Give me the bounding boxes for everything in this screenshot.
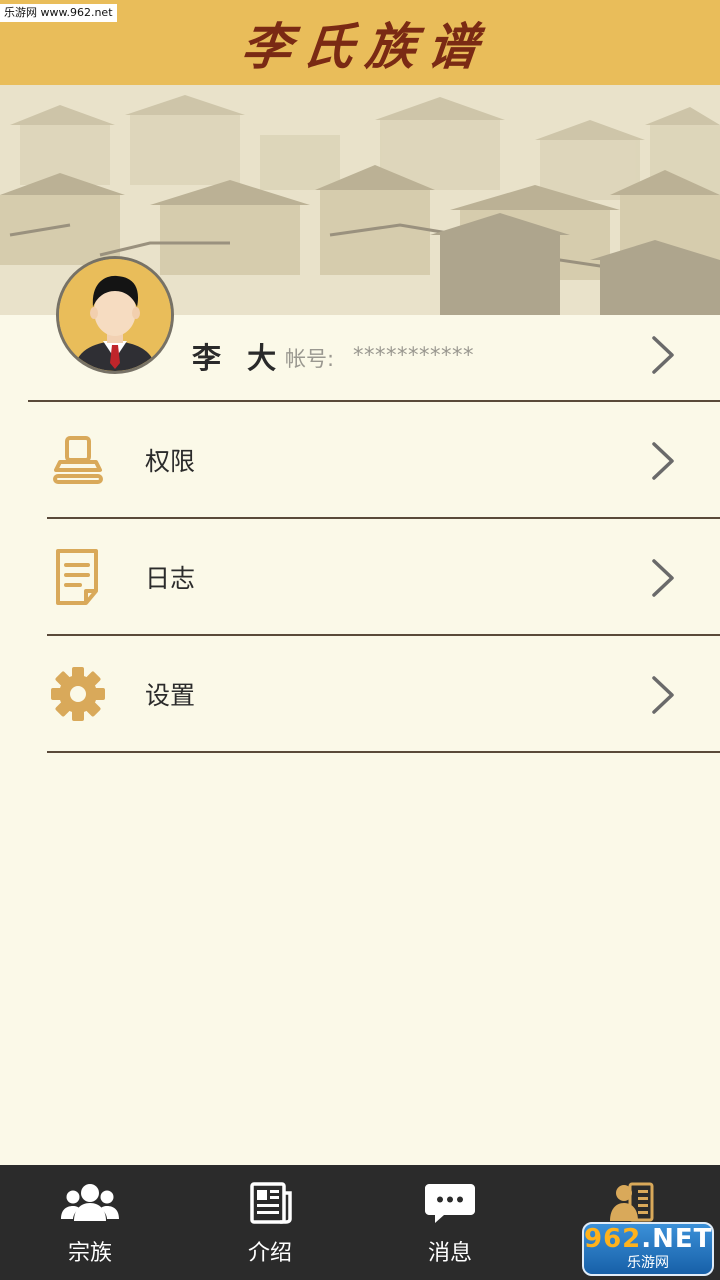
- watermark-suffix: .NET: [641, 1224, 713, 1254]
- nav-label-intro: 介绍: [247, 1241, 292, 1266]
- stamp-icon: [53, 436, 103, 484]
- avatar[interactable]: [56, 256, 174, 374]
- watermark-top: 乐游网 www.962.net: [0, 4, 117, 22]
- user-name: 李 大: [192, 341, 285, 375]
- menu-label-permissions: 权限: [145, 447, 196, 476]
- nav-tab-clan[interactable]: 宗族: [0, 1165, 180, 1280]
- nav-label-clan: 宗族: [67, 1241, 112, 1266]
- gear-icon: [51, 667, 105, 721]
- chevron-right-icon: [652, 676, 674, 714]
- nav-label-messages: 消息: [427, 1241, 472, 1266]
- document-icon: [56, 549, 98, 605]
- nav-tab-messages[interactable]: 消息: [360, 1165, 540, 1280]
- nav-tab-intro[interactable]: 介绍: [180, 1165, 360, 1280]
- chevron-right-icon: [652, 559, 674, 597]
- app-title: 李氏族谱: [238, 16, 493, 76]
- menu-label-settings: 设置: [145, 681, 196, 710]
- newspaper-icon: [250, 1182, 292, 1224]
- menu-item-permissions[interactable]: 权限: [0, 402, 720, 518]
- chevron-right-icon: [652, 442, 674, 480]
- menu-label-log: 日志: [145, 564, 196, 593]
- watermark-number: 962: [584, 1224, 642, 1254]
- chat-icon: [425, 1184, 475, 1223]
- watermark-logo: 962.NET 乐游网: [582, 1222, 714, 1276]
- account-value: ***********: [353, 343, 474, 367]
- profile-card-icon: [610, 1182, 654, 1222]
- watermark-text: 乐游网: [627, 1255, 669, 1271]
- menu-item-settings[interactable]: 设置: [0, 636, 720, 752]
- group-icon: [61, 1184, 119, 1221]
- menu-item-log[interactable]: 日志: [0, 519, 720, 635]
- menu-divider: [47, 751, 720, 753]
- chevron-right-icon: [652, 336, 674, 374]
- account-label: 帐号:: [285, 347, 335, 371]
